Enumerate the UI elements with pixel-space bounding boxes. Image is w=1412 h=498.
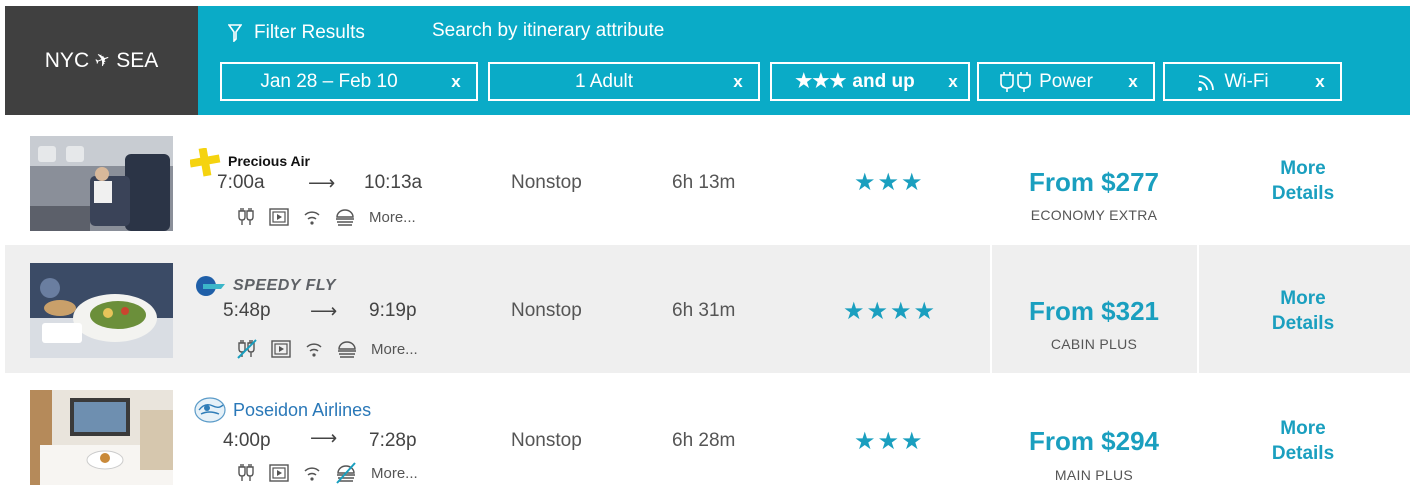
entertainment-icon [269,464,289,482]
depart-time: 7:00a [217,172,265,193]
airline-name: Precious Air [228,153,310,169]
arrive-time: 10:13a [364,172,423,193]
more-details-link[interactable]: More Details [1243,416,1363,466]
arrow-icon: ⟶ [310,301,338,322]
duration: 6h 31m [672,300,736,321]
rating-filter-chip[interactable]: ★★★ and up x [770,62,970,101]
details-line-2: Details [1271,443,1335,464]
depart-time: 5:48p [223,300,271,321]
more-details-link[interactable]: More Details [1243,156,1363,206]
destination-code: SEA [116,48,159,72]
amenities: More... [237,462,418,484]
remove-rating-filter-button[interactable]: x [938,72,968,92]
more-details-link[interactable]: More Details [1243,286,1363,336]
cabin-photo [30,136,173,231]
rating-stars: ★★★ [854,169,925,196]
fare-class: CABIN PLUS [1050,336,1138,352]
meal-photo [30,263,173,358]
remove-power-filter-button[interactable]: x [1113,72,1153,92]
airline-name: Poseidon Airlines [233,399,372,420]
rating-stars: ★★★ [795,71,847,92]
rating-stars: ★★★ [854,428,925,455]
filter-bar: Filter Results Search by itinerary attri… [198,6,1410,115]
flight-row[interactable]: Poseidon Airlines 4:00p ⟶ 7:28p More... … [5,374,1410,498]
price: From $321 [1028,296,1160,326]
price: From $277 [1028,167,1160,197]
details-line-1: More [1280,418,1326,439]
power-filter-chip[interactable]: Power x [977,62,1155,101]
details-line-1: More [1280,288,1326,309]
power-unavailable-icon [237,339,257,359]
arrive-time: 7:28p [369,430,417,451]
duration: 6h 28m [672,430,736,451]
details-line-1: More [1280,158,1326,179]
more-amenities-link[interactable]: More... [369,209,416,226]
amenities: More... [237,208,416,226]
remove-date-filter-button[interactable]: x [436,72,476,92]
rating-stars: ★★★★ [843,298,938,325]
meal-icon [336,209,354,226]
meal-icon [338,341,356,358]
wifi-filter-chip[interactable]: Wi-Fi x [1163,62,1342,101]
remove-wifi-filter-button[interactable]: x [1300,72,1340,92]
amenities: More... [237,339,418,359]
passenger-filter-chip[interactable]: 1 Adult x [488,62,760,101]
arrow-icon: ⟶ [310,428,338,449]
details-line-2: Details [1271,313,1335,334]
filter-title: Filter Results [254,22,365,43]
wifi-icon [304,467,320,481]
fare-class: MAIN PLUS [1054,467,1134,483]
power-plug-icon [1000,71,1031,92]
airline-name: SPEEDY FLY [233,277,337,294]
meal-unavailable-icon [336,462,356,484]
poseidon-airlines-logo [194,397,226,423]
arrow-icon: ⟶ [308,173,336,194]
more-amenities-link[interactable]: More... [371,465,418,482]
chip-label: Jan 28 – Feb 10 [260,70,398,92]
details-line-2: Details [1271,183,1335,204]
chip-label: Power [1039,70,1093,92]
stops: Nonstop [511,430,582,451]
remove-passenger-filter-button[interactable]: x [718,72,758,92]
wifi-icon [306,343,322,357]
depart-time: 4:00p [223,430,271,451]
stops: Nonstop [511,300,582,321]
funnel-icon [228,24,242,42]
column-divider [1197,245,1199,373]
column-divider [990,245,992,373]
speedy-fly-logo [196,276,225,296]
flight-row[interactable]: SPEEDY FLY 5:48p ⟶ 9:19p More... Nonstop… [5,245,1410,373]
arrive-time: 9:19p [369,300,417,321]
airplane-icon: ✈ [91,48,113,73]
route-summary: NYC ✈ SEA [5,6,198,115]
wifi-icon [304,211,320,225]
entertainment-icon [271,340,291,358]
more-amenities-link[interactable]: More... [371,341,418,358]
stops: Nonstop [511,172,582,193]
entertainment-icon [269,208,289,226]
duration: 6h 13m [672,172,736,193]
price: From $294 [1028,426,1160,456]
wifi-icon [1198,74,1215,91]
chip-label: Wi-Fi [1224,70,1269,92]
airline-name-group: Poseidon Airlines [193,396,371,424]
chip-label: and up [852,70,915,92]
power-icon [238,208,254,225]
origin-code: NYC [44,48,90,72]
filter-results-button[interactable]: Filter Results [228,22,365,44]
flight-row[interactable]: Precious Air 7:00a ⟶ 10:13a More... Nons… [5,118,1410,246]
power-icon [238,464,254,481]
cabin-photo [30,390,173,485]
filter-subtitle: Search by itinerary attribute [432,20,665,41]
fare-class: ECONOMY EXTRA [1030,207,1158,223]
chip-label: 1 Adult [574,70,634,92]
airline-name-group: SPEEDY FLY [195,275,336,297]
date-filter-chip[interactable]: Jan 28 – Feb 10 x [220,62,478,101]
